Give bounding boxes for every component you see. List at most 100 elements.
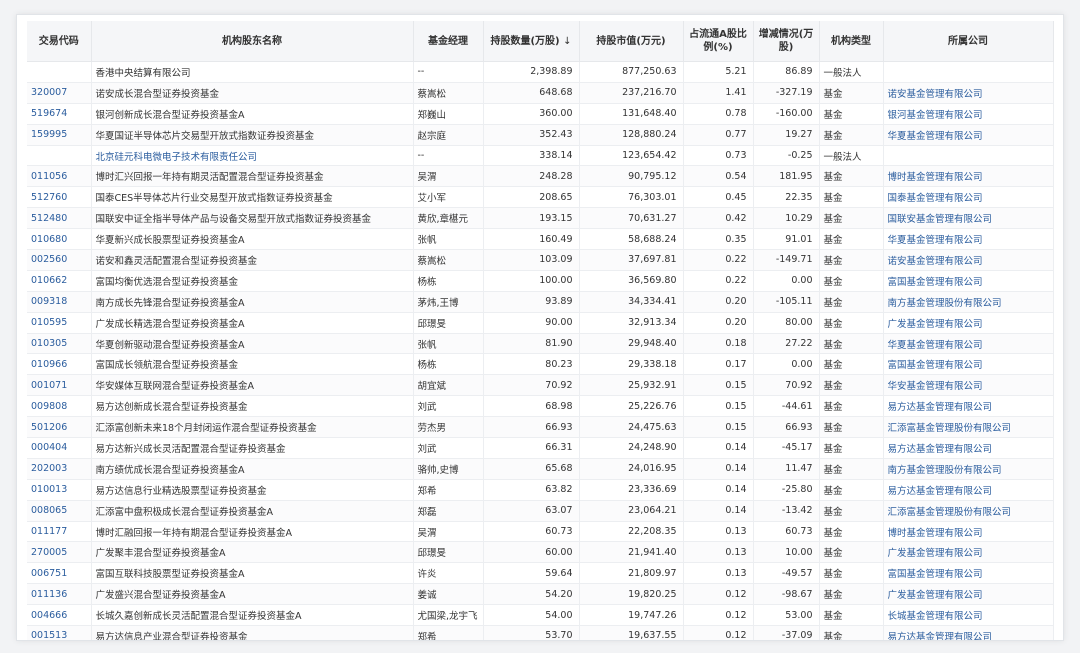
header-float-ratio[interactable]: 占流通A股比例(%): [683, 21, 754, 62]
trade-code-link[interactable]: 011177: [31, 526, 67, 537]
company-link[interactable]: 华安基金管理有限公司: [888, 381, 983, 392]
table-row[interactable]: 519674 银河创新成长混合型证券投资基金A 郑巍山 360.00 131,648.4…: [27, 103, 1054, 125]
company-link[interactable]: 广发基金管理有限公司: [888, 590, 983, 601]
company-link[interactable]: 诺安基金管理有限公司: [888, 256, 983, 267]
header-shares[interactable]: 持股数量(万股) ↓: [483, 21, 580, 62]
cell-trade-code: 011177: [27, 521, 92, 543]
trade-code-link[interactable]: 270005: [31, 547, 67, 558]
trade-code-link[interactable]: 010680: [31, 234, 67, 245]
company-link[interactable]: 南方基金管理股份有限公司: [888, 465, 1002, 476]
trade-code-link[interactable]: 512480: [31, 213, 67, 224]
company-link[interactable]: 易方达基金管理有限公司: [888, 444, 993, 455]
header-fund-manager[interactable]: 基金经理: [413, 21, 484, 62]
company-link[interactable]: 银河基金管理有限公司: [888, 110, 983, 121]
table-row[interactable]: 香港中央结算有限公司 -- 2,398.89 877,250.63 5.21 86.89 一…: [27, 61, 1054, 83]
company-link[interactable]: 广发基金管理有限公司: [888, 319, 983, 330]
cell-float-ratio: 0.54: [683, 165, 754, 188]
company-link[interactable]: 易方达基金管理有限公司: [888, 486, 993, 497]
table-row[interactable]: 010013 易方达信息行业精选股票型证券投资基金 郑希 63.82 23,336.69…: [27, 479, 1054, 501]
trade-code-link[interactable]: 320007: [31, 87, 67, 98]
table-row[interactable]: 北京硅元科电微电子技术有限责任公司 -- 338.14 123,654.42 0.73-…: [27, 145, 1054, 167]
table-row[interactable]: 002560 诺安和鑫灵活配置混合型证券投资基金 蔡嵩松 103.09 37,697.8…: [27, 249, 1054, 271]
table-row[interactable]: 009318 南方成长先锋混合型证券投资基金A 茅炜,王博 93.89 34,334.4…: [27, 291, 1054, 313]
header-institution-type[interactable]: 机构类型: [819, 21, 884, 62]
table-row[interactable]: 202003 南方绩优成长混合型证券投资基金A 骆帅,史博 65.68 24,016.9…: [27, 458, 1054, 480]
trade-code-link[interactable]: 001071: [31, 380, 67, 391]
trade-code-link[interactable]: 010662: [31, 275, 67, 286]
trade-code-link[interactable]: 004666: [31, 610, 67, 621]
table-row[interactable]: 001071 华安媒体互联网混合型证券投资基金A 胡宜斌 70.92 25,932.91…: [27, 374, 1054, 397]
trade-code-link[interactable]: 011136: [31, 589, 67, 600]
company-link[interactable]: 汇添富基金管理股份有限公司: [888, 423, 1012, 434]
table-row[interactable]: 010680 华夏新兴成长股票型证券投资基金A 张帆 160.49 58,688.24 0…: [27, 228, 1054, 251]
table-row[interactable]: 009808 易方达创新成长混合型证券投资基金 刘武 68.98 25,226.76 0.…: [27, 395, 1054, 418]
company-link[interactable]: 华夏基金管理有限公司: [888, 235, 983, 246]
sort-desc-icon[interactable]: ↓: [563, 36, 571, 47]
trade-code-link[interactable]: 010305: [31, 338, 67, 349]
trade-code-link[interactable]: 519674: [31, 108, 67, 119]
company-link[interactable]: 诺安基金管理有限公司: [888, 89, 983, 100]
company-link[interactable]: 富国基金管理有限公司: [888, 569, 983, 580]
company-link[interactable]: 汇添富基金管理股份有限公司: [888, 507, 1012, 518]
trade-code-link[interactable]: 006751: [31, 568, 67, 579]
company-link[interactable]: 易方达基金管理有限公司: [888, 402, 993, 413]
trade-code-link[interactable]: 008065: [31, 505, 67, 516]
company-link[interactable]: 广发基金管理有限公司: [888, 548, 983, 559]
cell-shares: 93.89: [483, 291, 580, 313]
cell-float-ratio: 0.12: [683, 583, 754, 606]
company-link[interactable]: 博时基金管理有限公司: [888, 172, 983, 183]
cell-company: 华安基金管理有限公司: [883, 374, 1054, 397]
trade-code-link[interactable]: 001513: [31, 630, 67, 640]
company-link[interactable]: 国联安基金管理有限公司: [888, 214, 993, 225]
trade-code-link[interactable]: 202003: [31, 463, 67, 474]
header-trade-code[interactable]: 交易代码: [27, 21, 92, 62]
table-row[interactable]: 320007 诺安成长混合型证券投资基金 蔡嵩松 648.68 237,216.70 1.…: [27, 82, 1054, 104]
table-row[interactable]: 159995 华夏国证半导体芯片交易型开放式指数证券投资基金 赵宗庭 352.43 12…: [27, 124, 1054, 146]
trade-code-link[interactable]: 009318: [31, 296, 67, 307]
header-change[interactable]: 增减情况(万股): [753, 21, 820, 62]
table-row[interactable]: 010595 广发成长精选混合型证券投资基金A 邱璟旻 90.00 32,913.34 0…: [27, 312, 1054, 334]
company-link[interactable]: 易方达基金管理有限公司: [888, 632, 993, 640]
table-row[interactable]: 270005 广发聚丰混合型证券投资基金A 邱璟旻 60.00 21,941.40 0.1…: [27, 541, 1054, 564]
table-row[interactable]: 512760 国泰CES半导体芯片行业交易型开放式指数证券投资基金 艾小军 208.6…: [27, 186, 1054, 209]
company-link[interactable]: 富国基金管理有限公司: [888, 277, 983, 288]
cell-shares: 90.00: [483, 312, 580, 334]
cell-institution-type: 基金: [819, 562, 884, 585]
trade-code-link[interactable]: 002560: [31, 254, 67, 265]
header-company[interactable]: 所属公司: [883, 21, 1054, 62]
trade-code-link[interactable]: 011056: [31, 171, 67, 182]
company-link[interactable]: 富国基金管理有限公司: [888, 360, 983, 371]
company-link[interactable]: 国泰基金管理有限公司: [888, 193, 983, 204]
trade-code-link[interactable]: 501206: [31, 422, 67, 433]
table-row[interactable]: 501206 汇添富创新未来18个月封闭运作混合型证券投资基金 劳杰男 66.93 24…: [27, 416, 1054, 439]
trade-code-link[interactable]: 010595: [31, 317, 67, 328]
table-row[interactable]: 011136 广发盛兴混合型证券投资基金A 姜诚 54.20 19,820.25 0.12…: [27, 583, 1054, 606]
trade-code-link[interactable]: 512760: [31, 192, 67, 203]
table-row[interactable]: 004666 长城久嘉创新成长灵活配置混合型证券投资基金A 尤国梁,龙宇飞 54.00…: [27, 604, 1054, 627]
table-row[interactable]: 010662 富国均衡优选混合型证券投资基金 杨栋 100.00 36,569.80 0.…: [27, 270, 1054, 292]
trade-code-link[interactable]: 159995: [31, 129, 67, 140]
holder-name-link[interactable]: 北京硅元科电微电子技术有限责任公司: [96, 152, 258, 163]
trade-code-link[interactable]: 010013: [31, 484, 67, 495]
company-link[interactable]: 华夏基金管理有限公司: [888, 340, 983, 351]
company-link[interactable]: 南方基金管理股份有限公司: [888, 298, 1002, 309]
table-row[interactable]: 011056 博时汇兴回报一年持有期灵活配置混合型证券投资基金 吴渭 248.28 90…: [27, 165, 1054, 188]
table-row[interactable]: 010966 富国成长领航混合型证券投资基金 杨栋 80.23 29,338.18 0.1…: [27, 353, 1054, 376]
trade-code-link[interactable]: 000404: [31, 442, 67, 453]
header-market-value[interactable]: 持股市值(万元): [579, 21, 684, 62]
cell-market-value: 24,016.95: [579, 458, 684, 480]
company-link[interactable]: 华夏基金管理有限公司: [888, 131, 983, 142]
trade-code-link[interactable]: 009808: [31, 401, 67, 412]
trade-code-link[interactable]: 010966: [31, 359, 67, 370]
table-row[interactable]: 010305 华夏创新驱动混合型证券投资基金A 张帆 81.90 29,948.40 0.…: [27, 333, 1054, 355]
company-link[interactable]: 博时基金管理有限公司: [888, 528, 983, 539]
table-row[interactable]: 006751 富国互联科技股票型证券投资基金A 许炎 59.64 21,809.97 0.…: [27, 562, 1054, 585]
table-row[interactable]: 512480 国联安中证全指半导体产品与设备交易型开放式指数证券投资基金 黄欣,章椹…: [27, 207, 1054, 230]
table-row[interactable]: 011177 博时汇融回报一年持有期混合型证券投资基金A 吴渭 60.73 22,208…: [27, 521, 1054, 543]
table-row[interactable]: 008065 汇添富中盘积极成长混合型证券投资基金A 郑磊 63.07 23,064.2…: [27, 500, 1054, 522]
table-row[interactable]: 000404 易方达新兴成长灵活配置混合型证券投资基金 刘武 66.31 24,248.…: [27, 437, 1054, 459]
header-holder-name[interactable]: 机构股东名称: [91, 21, 414, 62]
table-row[interactable]: 001513 易方达信息产业混合型证券投资基金 郑希 53.70 19,637.55 0.…: [27, 625, 1054, 640]
cell-company: 华夏基金管理有限公司: [883, 124, 1054, 146]
company-link[interactable]: 长城基金管理有限公司: [888, 611, 983, 622]
